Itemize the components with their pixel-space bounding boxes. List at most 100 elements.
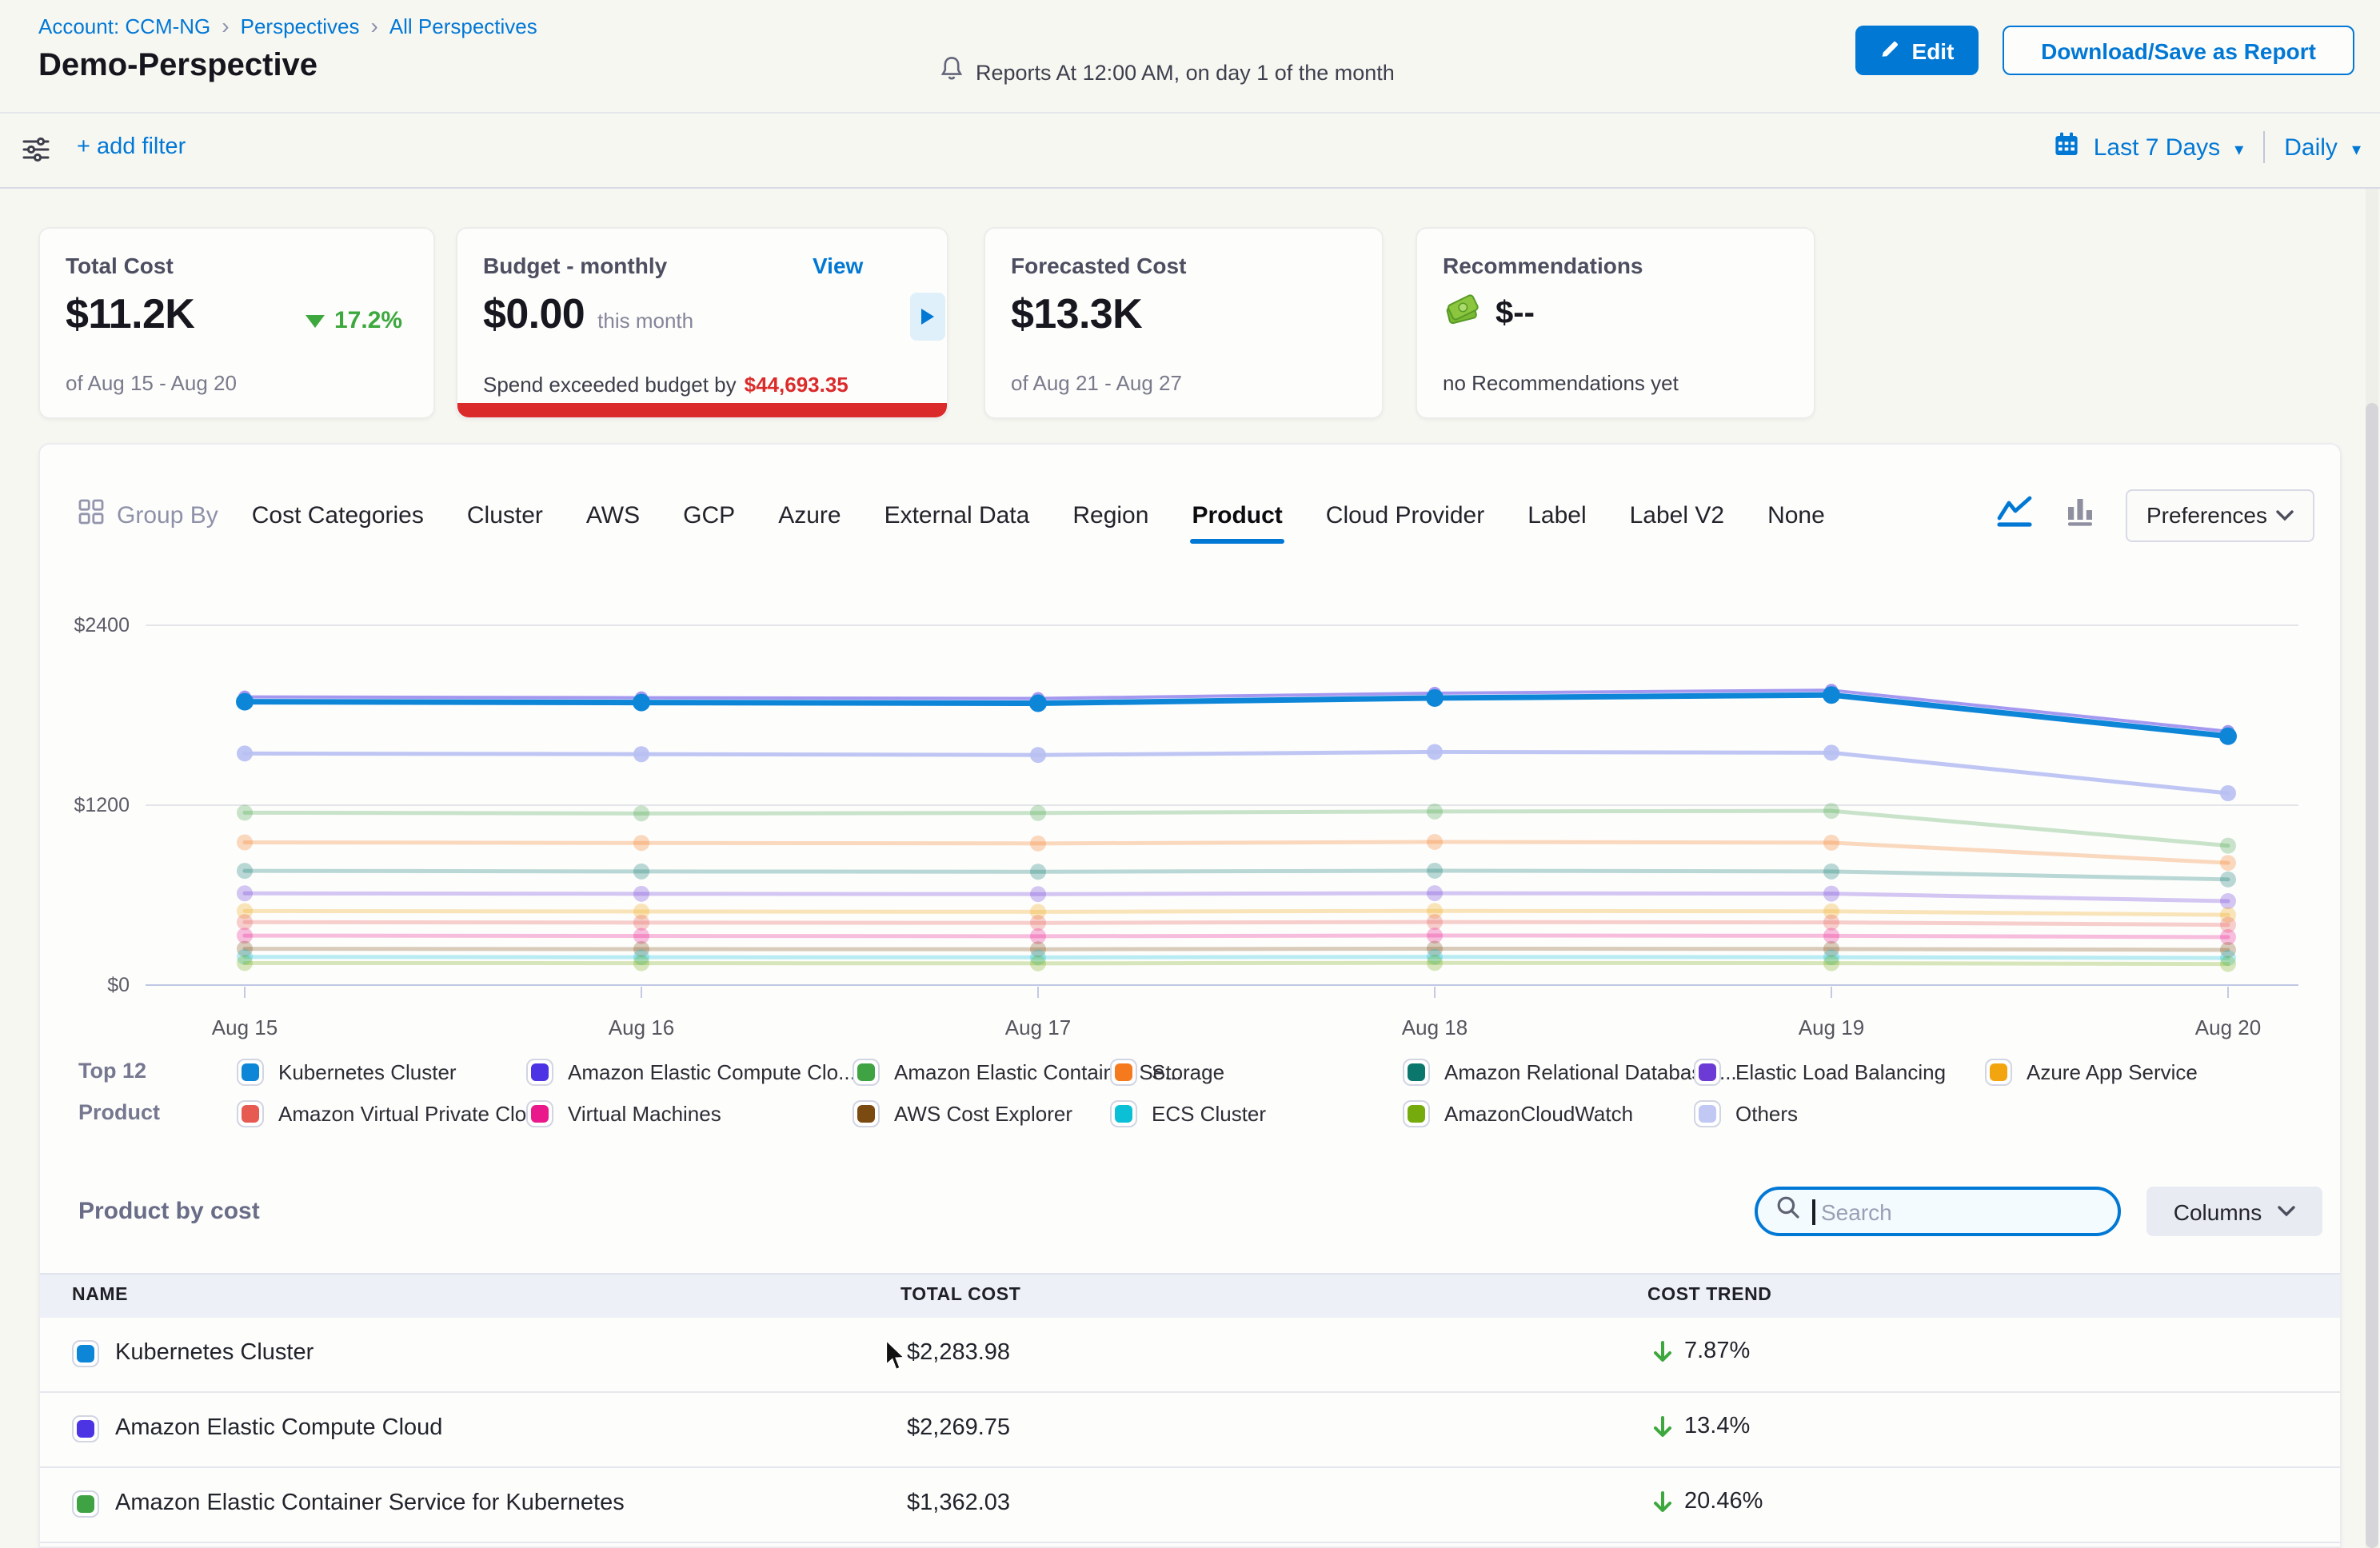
chart-series-line[interactable] <box>245 963 2228 964</box>
group-by-tab-region[interactable]: Region <box>1072 495 1148 535</box>
chart-data-point[interactable] <box>1823 803 1839 819</box>
chart-data-point[interactable] <box>633 835 649 851</box>
chart-data-point[interactable] <box>1427 804 1443 820</box>
group-by-tab-gcp[interactable]: GCP <box>683 495 735 535</box>
chart-data-point[interactable] <box>1823 864 1839 880</box>
legend-item[interactable]: Storage <box>1110 1058 1403 1085</box>
chart-data-point[interactable] <box>1030 886 1046 902</box>
chart-data-point[interactable] <box>1030 805 1046 821</box>
chart-data-point[interactable] <box>1427 955 1443 971</box>
chart-data-point[interactable] <box>1029 695 1047 712</box>
budget-view-link[interactable]: View <box>813 253 863 278</box>
chart-data-point[interactable] <box>1030 836 1046 852</box>
chart-data-point[interactable] <box>1427 885 1443 901</box>
chart-data-point[interactable] <box>633 805 649 821</box>
legend-item[interactable]: Amazon Elastic Container Se... <box>853 1058 1110 1085</box>
chart-data-point[interactable] <box>2220 785 2236 801</box>
chart-data-point[interactable] <box>633 956 649 971</box>
search-input[interactable] <box>1818 1197 2064 1226</box>
column-header-name[interactable]: NAME <box>72 1275 128 1318</box>
legend-item[interactable]: Amazon Relational Database ... <box>1403 1058 1694 1085</box>
legend-item[interactable]: Amazon Elastic Compute Clo... <box>526 1058 853 1085</box>
group-by-tab-cost-categories[interactable]: Cost Categories <box>252 495 424 535</box>
table-row[interactable]: Kubernetes Cluster$2,283.987.87% <box>40 1318 2340 1393</box>
chart-data-point[interactable] <box>633 864 649 880</box>
chart-data-point[interactable] <box>2219 728 2237 745</box>
group-by-tab-external-data[interactable]: External Data <box>885 495 1030 535</box>
legend-item[interactable]: Kubernetes Cluster <box>237 1058 526 1085</box>
chart-series-line[interactable] <box>245 893 2228 901</box>
line-chart-icon[interactable] <box>1995 494 2035 536</box>
carousel-next-button[interactable] <box>910 293 945 341</box>
legend-item[interactable]: AmazonCloudWatch <box>1403 1099 1694 1127</box>
chart-data-point[interactable] <box>1427 744 1443 760</box>
chart-data-point[interactable] <box>237 885 253 901</box>
chart-data-point[interactable] <box>1823 744 1839 760</box>
chart-data-point[interactable] <box>633 886 649 902</box>
chart-data-point[interactable] <box>1030 864 1046 880</box>
chart-series-line[interactable] <box>245 936 2228 937</box>
granularity-caret-icon[interactable]: ▾ <box>2352 138 2361 159</box>
legend-item[interactable]: Azure App Service <box>1985 1058 2198 1085</box>
date-range-caret-icon[interactable]: ▾ <box>2234 138 2243 159</box>
table-row[interactable]: Amazon Elastic Container Service for Kub… <box>40 1468 2340 1543</box>
chart-data-point[interactable] <box>2220 838 2236 854</box>
chart-data-point[interactable] <box>1030 747 1046 763</box>
breadcrumb-link[interactable]: All Perspectives <box>389 14 537 38</box>
preferences-dropdown[interactable]: Preferences <box>2126 489 2314 541</box>
column-header-total-cost[interactable]: TOTAL COST <box>900 1275 1020 1318</box>
chart-series-line[interactable] <box>245 871 2228 880</box>
search-box[interactable] <box>1755 1187 2121 1236</box>
edit-button[interactable]: Edit <box>1855 26 1979 75</box>
chart-data-point[interactable] <box>237 745 253 761</box>
chart-series-line[interactable] <box>245 690 2228 732</box>
chart-data-point[interactable] <box>237 863 253 879</box>
scrollbar-thumb[interactable] <box>2366 403 2378 1548</box>
group-by-tab-cloud-provider[interactable]: Cloud Provider <box>1326 495 1484 535</box>
legend-item[interactable]: Elastic Load Balancing <box>1694 1058 1985 1085</box>
filter-sliders-icon[interactable] <box>21 134 51 173</box>
bar-chart-icon[interactable] <box>2063 494 2097 536</box>
download-save-report-button[interactable]: Download/Save as Report <box>2003 26 2354 75</box>
group-by-tab-aws[interactable]: AWS <box>586 495 640 535</box>
chart-data-point[interactable] <box>1427 834 1443 850</box>
chart-series-line[interactable] <box>245 957 2228 958</box>
chart-data-point[interactable] <box>1427 863 1443 879</box>
group-by-tab-label[interactable]: Label <box>1527 495 1586 535</box>
chart-data-point[interactable] <box>2220 872 2236 888</box>
chart-series-line[interactable] <box>245 922 2228 925</box>
group-by-tab-label-v2[interactable]: Label V2 <box>1630 495 1724 535</box>
chart-series-line[interactable] <box>245 811 2228 846</box>
add-filter-link[interactable]: + add filter <box>77 134 186 160</box>
chart-series-line[interactable] <box>245 911 2228 915</box>
legend-item[interactable]: ECS Cluster <box>1110 1099 1403 1127</box>
chart-data-point[interactable] <box>2220 855 2236 871</box>
chart-series-line[interactable] <box>245 752 2228 793</box>
chart-series-line[interactable] <box>245 842 2228 863</box>
chart-data-point[interactable] <box>237 955 253 971</box>
breadcrumb-link[interactable]: Account: CCM-NG <box>38 14 210 38</box>
columns-button[interactable]: Columns <box>2146 1187 2322 1236</box>
date-range-selector[interactable]: Last 7 Days <box>2094 134 2220 161</box>
group-by-tab-cluster[interactable]: Cluster <box>467 495 543 535</box>
chart-data-point[interactable] <box>236 693 254 711</box>
chart-data-point[interactable] <box>633 694 650 712</box>
legend-item[interactable]: Amazon Virtual Private Cloud <box>237 1099 526 1127</box>
legend-item[interactable]: Virtual Machines <box>526 1099 853 1127</box>
chart-data-point[interactable] <box>1823 835 1839 851</box>
group-by-tab-product[interactable]: Product <box>1192 495 1282 535</box>
chart-data-point[interactable] <box>237 804 253 820</box>
granularity-selector[interactable]: Daily <box>2284 134 2338 161</box>
chart-data-point[interactable] <box>1823 956 1839 971</box>
chart-data-point[interactable] <box>1426 689 1444 707</box>
legend-item[interactable]: Others <box>1694 1099 1985 1127</box>
chart-data-point[interactable] <box>1823 686 1840 704</box>
group-by-tab-azure[interactable]: Azure <box>778 495 841 535</box>
chart-series-line[interactable] <box>245 948 2228 950</box>
chart-data-point[interactable] <box>2220 893 2236 909</box>
column-header-cost-trend[interactable]: COST TREND <box>1647 1275 1772 1318</box>
chart-data-point[interactable] <box>633 746 649 762</box>
chart-data-point[interactable] <box>1030 956 1046 971</box>
group-by-tab-none[interactable]: None <box>1767 495 1825 535</box>
table-row[interactable]: Amazon Elastic Compute Cloud$2,269.7513.… <box>40 1393 2340 1468</box>
